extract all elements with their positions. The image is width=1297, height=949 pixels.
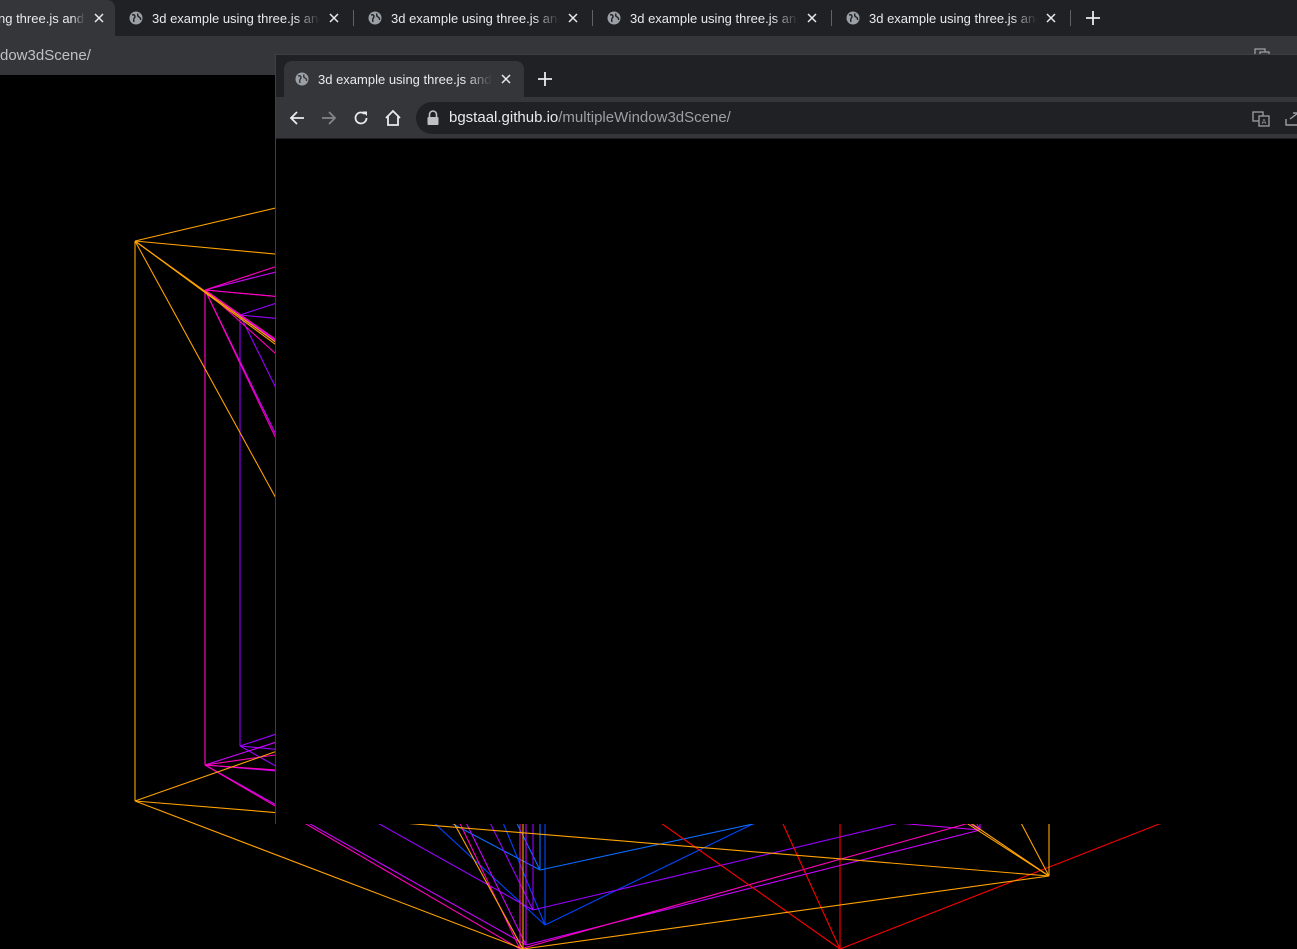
- globe-icon: [128, 10, 144, 26]
- back-button[interactable]: [283, 104, 311, 132]
- forward-button[interactable]: [315, 104, 343, 132]
- tab-title: 3d example using three.js and: [391, 10, 559, 26]
- share-icon[interactable]: [1284, 111, 1297, 127]
- tab-separator: [831, 10, 832, 26]
- close-icon[interactable]: [804, 10, 820, 26]
- background-tab-strip: ng three.js and 3d example using three.j…: [0, 0, 1297, 36]
- url-path: /multipleWindow3dScene/: [558, 109, 731, 126]
- tab-title: 3d example using three.js and: [869, 10, 1037, 26]
- tab-separator: [592, 10, 593, 26]
- back-arrow-icon: [289, 111, 304, 125]
- reload-icon: [354, 111, 368, 125]
- url-host: bgstaal.github.io: [449, 109, 559, 126]
- globe-icon: [606, 10, 622, 26]
- globe-icon: [367, 10, 383, 26]
- close-icon[interactable]: [565, 10, 581, 26]
- svg-text:A: A: [1262, 119, 1267, 126]
- address-bar[interactable]: bgstaal.github.io/multipleWindow3dScene/: [416, 102, 1297, 134]
- background-tab-3[interactable]: 3d example using three.js and: [359, 0, 591, 36]
- close-icon[interactable]: [91, 10, 107, 26]
- foreground-tab-active[interactable]: 3d example using three.js and: [284, 61, 524, 97]
- tab-separator: [353, 10, 354, 26]
- reload-button[interactable]: [347, 104, 375, 132]
- tab-title: 3d example using three.js and: [152, 10, 320, 26]
- globe-icon: [845, 10, 861, 26]
- background-tab-active[interactable]: ng three.js and: [0, 0, 115, 36]
- close-icon[interactable]: [498, 71, 514, 87]
- plus-icon: [1086, 11, 1100, 25]
- background-tab-5[interactable]: 3d example using three.js and: [837, 0, 1069, 36]
- home-button[interactable]: [379, 104, 407, 132]
- url-text[interactable]: bgstaal.github.io/multipleWindow3dScene/: [449, 102, 731, 134]
- home-icon: [385, 109, 401, 126]
- tab-title: ng three.js and: [0, 10, 85, 26]
- background-url-text[interactable]: dow3dScene/: [0, 44, 91, 68]
- foreground-toolbar: bgstaal.github.io/multipleWindow3dScene/…: [276, 97, 1297, 139]
- tab-title: 3d example using three.js and: [318, 71, 492, 87]
- close-icon[interactable]: [1043, 10, 1059, 26]
- plus-icon: [538, 72, 552, 86]
- tab-separator: [1070, 10, 1071, 26]
- new-tab-button[interactable]: [1079, 4, 1107, 32]
- foreground-browser-window: 3d example using three.js and bgstaal.gi…: [275, 54, 1297, 824]
- lock-icon[interactable]: [426, 110, 440, 126]
- close-icon[interactable]: [326, 10, 342, 26]
- background-tab-4[interactable]: 3d example using three.js and: [598, 0, 830, 36]
- translate-icon[interactable]: A: [1252, 111, 1270, 127]
- new-tab-button[interactable]: [531, 65, 559, 93]
- tab-title: 3d example using three.js and: [630, 10, 798, 26]
- globe-icon: [294, 71, 310, 87]
- background-tab-2[interactable]: 3d example using three.js and: [120, 0, 352, 36]
- forward-arrow-icon: [322, 111, 337, 125]
- foreground-tab-strip: 3d example using three.js and: [276, 55, 1297, 97]
